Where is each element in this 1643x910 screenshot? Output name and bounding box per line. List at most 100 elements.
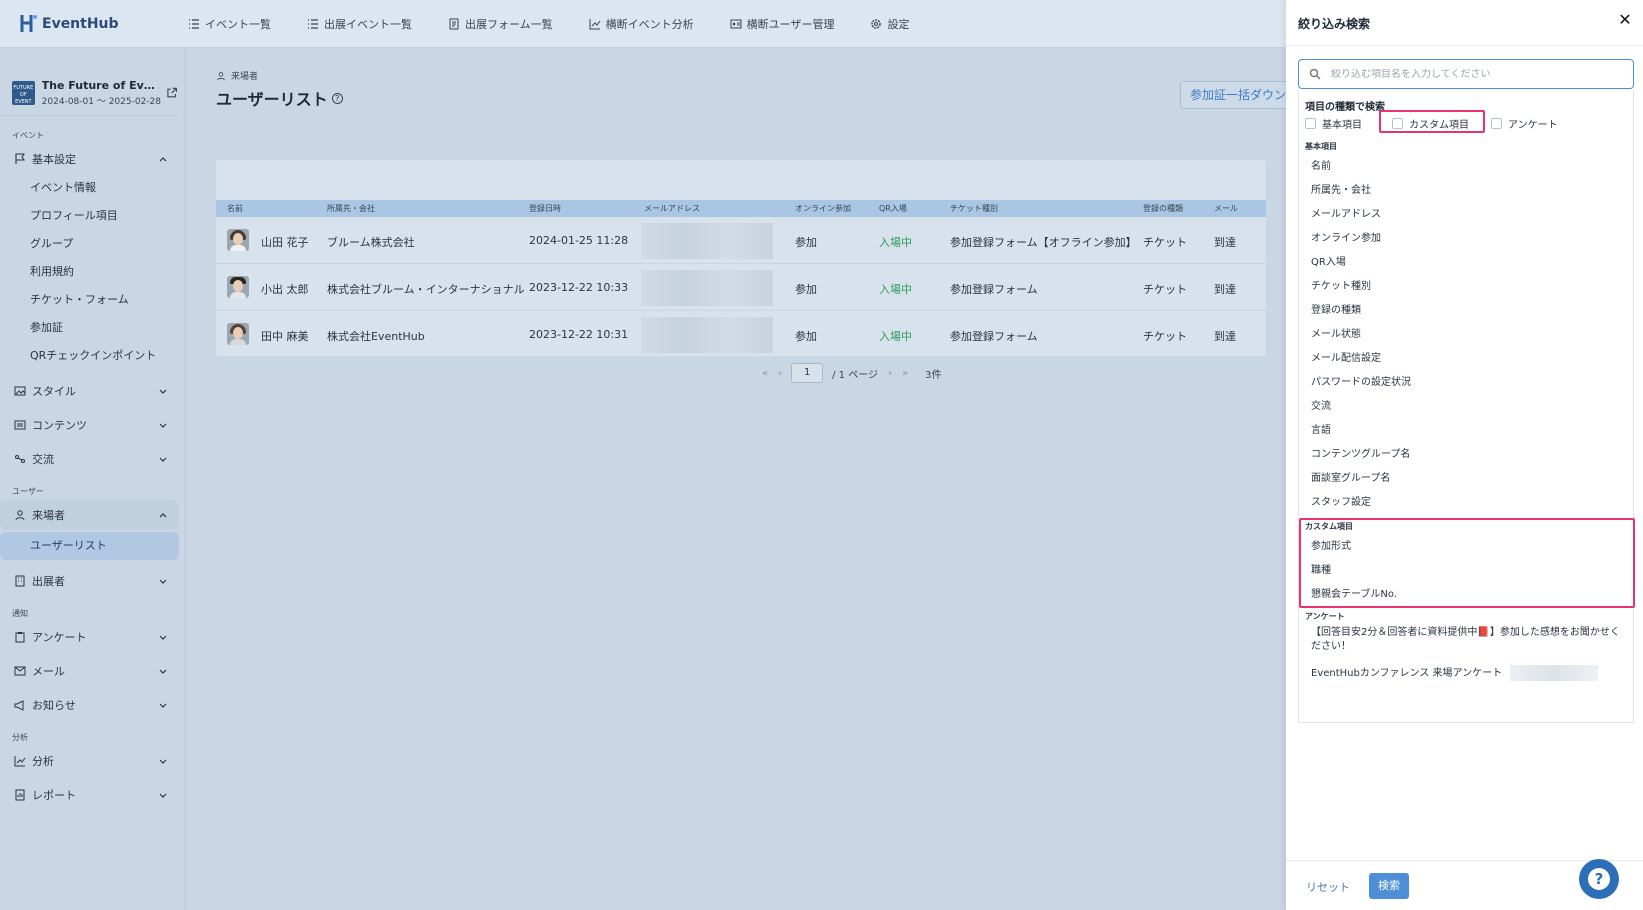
option-item[interactable]: QR入場 <box>1311 253 1346 268</box>
col-mail[interactable]: メール <box>1214 203 1238 214</box>
table-header: 名前 所属先・会社 登録日時 メールアドレス オンライン参加 QR入場 チケット… <box>216 200 1266 217</box>
help-icon[interactable]: ? <box>331 92 343 104</box>
clipboard-icon <box>15 632 25 643</box>
mail-icon <box>14 666 26 676</box>
table-row[interactable]: 田中 麻美 株式会社EventHub 2023-12-22 10:31 参加 入… <box>216 311 1266 356</box>
help-chat-button[interactable]: ? <box>1579 859 1619 899</box>
eventhub-logo[interactable]: EventHub <box>20 14 170 33</box>
type-survey-checkbox[interactable]: アンケート <box>1491 116 1558 131</box>
chart-icon <box>589 18 601 29</box>
col-reg-type[interactable]: 登録の種類 <box>1143 203 1183 214</box>
option-item[interactable]: 職種 <box>1311 561 1331 576</box>
section-label-user: ユーザー <box>12 487 44 496</box>
option-item[interactable]: スタッフ設定 <box>1311 493 1371 508</box>
eventhub-logo-icon <box>20 15 37 32</box>
prev-page-icon[interactable]: ‹ <box>778 368 782 379</box>
col-ticket[interactable]: チケット種別 <box>950 203 998 214</box>
option-item[interactable]: 交流 <box>1311 397 1331 412</box>
col-email[interactable]: メールアドレス <box>644 203 700 214</box>
field-dropdown: 項目の種類で検索 基本項目 カスタム項目 アンケート 基本項目 名前 所属先・会… <box>1298 90 1635 723</box>
cell-mail: 到達 <box>1214 330 1236 343</box>
option-item[interactable]: EventHubカンファレンス 来場アンケート <box>1311 664 1599 681</box>
gear-icon <box>871 18 882 29</box>
option-item[interactable]: 登録の種類 <box>1311 301 1361 316</box>
option-item[interactable]: 言語 <box>1311 421 1331 436</box>
option-item[interactable]: 懇親会テーブルNo. <box>1311 585 1397 600</box>
chevron-down-icon <box>159 635 167 640</box>
reset-button[interactable]: リセット <box>1306 879 1350 895</box>
checkbox[interactable] <box>1305 118 1316 129</box>
sidebar-item-event-info[interactable]: イベント情報 <box>0 174 179 202</box>
col-name[interactable]: 名前 <box>227 203 243 214</box>
user-icon <box>217 71 225 80</box>
search-button[interactable]: 検索 <box>1369 873 1409 899</box>
option-item[interactable]: メール配信設定 <box>1311 349 1381 364</box>
sidebar-item-survey[interactable]: アンケート <box>0 622 179 652</box>
question-icon: ? <box>1588 868 1610 890</box>
table-row[interactable]: 山田 花子 ブルーム株式会社 2024-01-25 11:28 参加 入場中 参… <box>216 217 1266 264</box>
sidebar-item-badge[interactable]: 参加証 <box>0 314 179 342</box>
col-online[interactable]: オンライン参加 <box>795 203 851 214</box>
chevron-down-icon <box>159 389 167 394</box>
email-redacted <box>641 223 773 259</box>
sidebar-item-report[interactable]: レポート <box>0 780 179 810</box>
checkbox[interactable] <box>1491 118 1502 129</box>
cell-reg-type: チケット <box>1143 283 1187 296</box>
nav-event-list[interactable]: イベント一覧 <box>188 16 271 32</box>
table-row[interactable]: 小出 太郎 株式会社ブルーム・インターナショナル 2023-12-22 10:3… <box>216 264 1266 311</box>
checkbox-label: 基本項目 <box>1322 120 1362 131</box>
sidebar-item-visitors[interactable]: 来場者 <box>0 500 179 530</box>
type-basic-checkbox[interactable]: 基本項目 <box>1305 116 1362 131</box>
nav-label: 横断イベント分析 <box>605 17 694 31</box>
sidebar-item-profile-fields[interactable]: プロフィール項目 <box>0 202 179 230</box>
sidebar-item-groups[interactable]: グループ <box>0 230 179 258</box>
option-item[interactable]: 面談室グループ名 <box>1311 469 1390 484</box>
first-page-icon[interactable]: « <box>762 368 768 379</box>
email-redacted <box>641 270 773 306</box>
close-icon[interactable]: ✕ <box>1617 12 1633 28</box>
option-item[interactable]: メール状態 <box>1311 325 1361 340</box>
last-page-icon[interactable]: » <box>902 368 908 379</box>
sidebar-item-terms[interactable]: 利用規約 <box>0 258 179 286</box>
nav-exhibit-form-list[interactable]: 出展フォーム一覧 <box>448 16 553 32</box>
sidebar-item-exchange[interactable]: 交流 <box>0 444 179 474</box>
cell-online: 参加 <box>795 330 817 343</box>
sidebar-item-tickets-forms[interactable]: チケット・フォーム <box>0 286 179 314</box>
option-item[interactable]: オンライン参加 <box>1311 229 1381 244</box>
option-item[interactable]: 参加形式 <box>1311 537 1351 552</box>
col-company[interactable]: 所属先・会社 <box>327 203 375 214</box>
sidebar-item-contents[interactable]: コンテンツ <box>0 410 179 440</box>
sidebar-item-qr-checkin[interactable]: QRチェックインポイント <box>0 342 179 370</box>
nav-label: 設定 <box>887 17 910 31</box>
nav-cross-user-management[interactable]: 横断ユーザー管理 <box>730 16 834 32</box>
col-qr[interactable]: QR入場 <box>879 203 907 214</box>
option-item[interactable]: 名前 <box>1311 157 1331 172</box>
sidebar-item-mail[interactable]: メール <box>0 656 179 686</box>
event-thumbnail[interactable]: FUTURE OF EVENT <box>12 80 35 105</box>
option-item[interactable]: パスワードの設定状況 <box>1311 373 1411 388</box>
filter-search-box[interactable] <box>1298 59 1634 89</box>
external-link-icon[interactable] <box>166 87 177 99</box>
sidebar-item-exhibitors[interactable]: 出展者 <box>0 566 179 596</box>
event-title: The Future of Eve... <box>41 78 158 92</box>
page-number-input[interactable]: 1 <box>791 363 824 383</box>
nav-cross-event-analysis[interactable]: 横断イベント分析 <box>589 16 694 32</box>
redacted-text <box>1510 665 1599 681</box>
next-page-icon[interactable]: › <box>888 368 892 379</box>
menu-label: 交流 <box>32 453 54 466</box>
option-item[interactable]: コンテンツグループ名 <box>1311 445 1410 460</box>
filter-search-input[interactable] <box>1331 68 1621 80</box>
sidebar-item-analysis[interactable]: 分析 <box>0 746 179 776</box>
nav-settings[interactable]: 設定 <box>870 16 909 32</box>
nav-exhibit-event-list[interactable]: 出展イベント一覧 <box>307 16 412 32</box>
section-label-analysis: 分析 <box>12 733 28 742</box>
sidebar-item-style[interactable]: スタイル <box>0 376 179 406</box>
option-item[interactable]: 【回答目安2分＆回答者に資料提供中📕】参加した感想をお聞かせください！ <box>1311 626 1621 654</box>
col-registered[interactable]: 登録日時 <box>529 203 561 214</box>
option-item[interactable]: メールアドレス <box>1311 205 1381 220</box>
sidebar-item-news[interactable]: お知らせ <box>0 690 179 720</box>
sidebar-item-user-list[interactable]: ユーザーリスト <box>0 532 179 560</box>
option-item[interactable]: チケット種別 <box>1311 277 1371 292</box>
option-item[interactable]: 所属先・会社 <box>1311 181 1371 196</box>
sidebar-item-basic-settings[interactable]: 基本設定 <box>0 144 179 174</box>
